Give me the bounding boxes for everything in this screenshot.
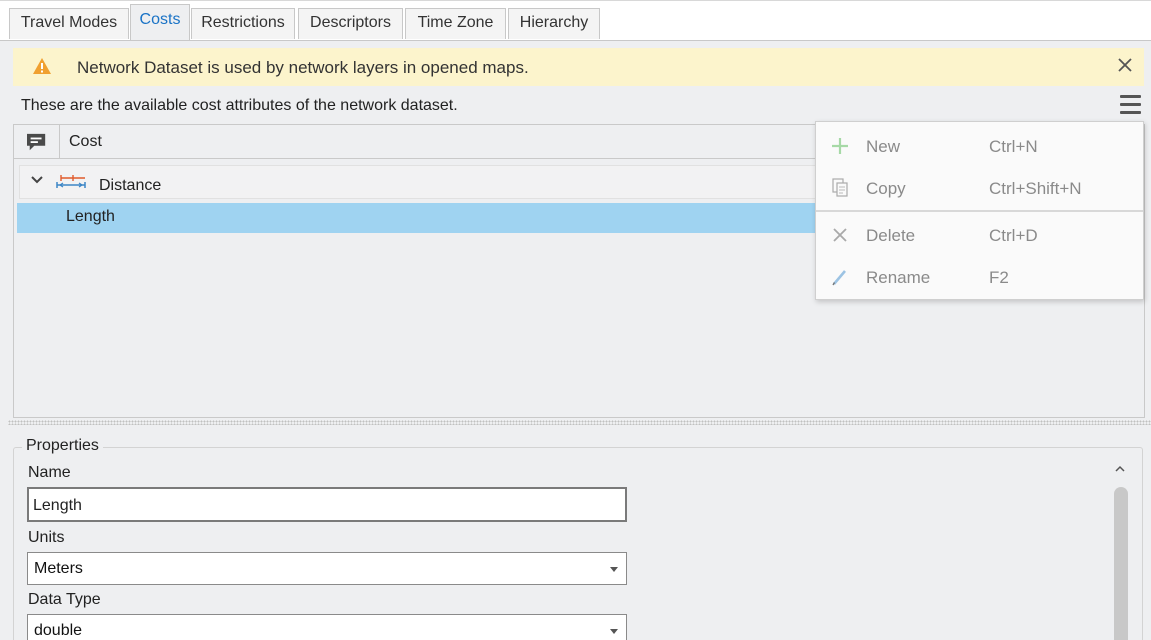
menu-shortcut: F2 <box>989 268 1009 287</box>
banner-message: Network Dataset is used by network layer… <box>77 58 529 77</box>
tab-hierarchy[interactable]: Hierarchy <box>508 8 600 39</box>
menu-label: Rename <box>866 268 931 287</box>
name-label: Name <box>28 464 71 481</box>
group-label: Distance <box>99 177 162 194</box>
tab-divider <box>0 40 1151 41</box>
splitter-handle[interactable] <box>8 420 1151 425</box>
tab-restrictions[interactable]: Restrictions <box>191 8 295 39</box>
pencil-icon <box>832 270 846 286</box>
properties-title: Properties <box>22 437 103 455</box>
description-text: These are the available cost attributes … <box>21 97 458 114</box>
plus-icon <box>832 138 848 154</box>
table-row[interactable]: Length <box>17 203 820 233</box>
row-label: Length <box>66 208 115 225</box>
menu-item-new[interactable]: New Ctrl+N <box>816 125 1143 167</box>
menu-label: Delete <box>866 226 916 245</box>
menu-item-copy[interactable]: Copy Ctrl+Shift+N <box>816 167 1143 209</box>
menu-separator <box>816 210 1143 212</box>
delete-icon <box>833 228 847 242</box>
copy-icon <box>832 178 848 197</box>
menu-shortcut: Ctrl+D <box>989 226 1038 245</box>
comment-icon <box>27 133 46 151</box>
dropdown-arrow-icon <box>610 567 618 572</box>
menu-icon[interactable] <box>1120 95 1141 114</box>
tab-travel-modes[interactable]: Travel Modes <box>9 8 129 39</box>
data-type-label: Data Type <box>28 591 101 608</box>
cost-column-header[interactable]: Cost <box>69 133 102 151</box>
units-select[interactable]: Meters <box>27 552 627 585</box>
tab-bar: Travel Modes Costs Restrictions Descript… <box>0 0 1151 41</box>
dropdown-arrow-icon <box>610 629 618 634</box>
menu-shortcut: Ctrl+N <box>989 137 1038 156</box>
menu-label: New <box>866 137 901 156</box>
tab-time-zone[interactable]: Time Zone <box>405 8 506 39</box>
menu-item-rename[interactable]: Rename F2 <box>816 256 1143 298</box>
name-value: Length <box>33 497 82 514</box>
tab-descriptors[interactable]: Descriptors <box>298 8 403 39</box>
data-type-select[interactable]: double <box>27 614 627 640</box>
distance-cost-icon <box>56 175 86 188</box>
scroll-up-icon[interactable] <box>1113 462 1127 476</box>
name-field[interactable]: Length <box>27 487 627 522</box>
menu-label: Copy <box>866 179 906 198</box>
units-label: Units <box>28 529 65 546</box>
warning-icon <box>33 58 51 74</box>
tab-costs[interactable]: Costs <box>130 4 190 41</box>
context-menu: New Ctrl+N Copy Ctrl+Shift+N Delete Ctrl… <box>815 121 1144 300</box>
data-type-value: double <box>34 622 83 639</box>
comment-column[interactable] <box>14 125 60 158</box>
units-value: Meters <box>34 560 83 577</box>
close-icon[interactable] <box>1115 55 1135 75</box>
menu-item-delete[interactable]: Delete Ctrl+D <box>816 214 1143 256</box>
menu-shortcut: Ctrl+Shift+N <box>989 179 1082 198</box>
scrollbar-thumb[interactable] <box>1114 487 1128 640</box>
warning-banner: Network Dataset is used by network layer… <box>13 48 1144 86</box>
properties-group <box>13 447 1143 640</box>
chevron-down-icon[interactable] <box>30 175 44 185</box>
